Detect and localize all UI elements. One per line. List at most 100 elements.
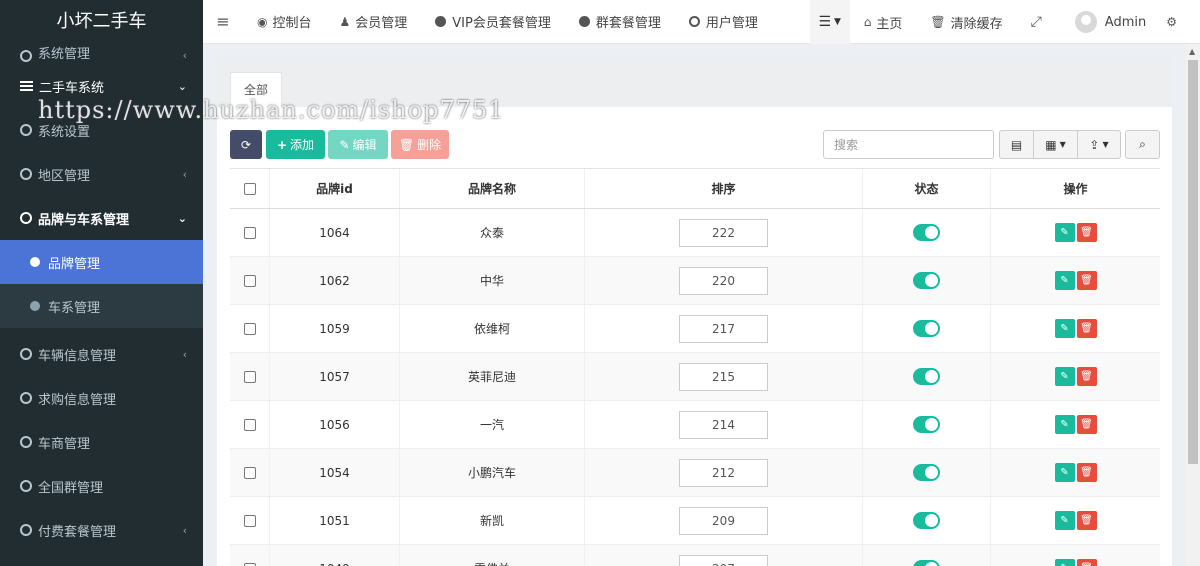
trash-icon: 🗑	[398, 137, 415, 152]
sidebar: 小坏二手车 系统管理 ‹ 二手车系统 ⌄ 系统设置 地区管理 ‹ 品牌与车系管理…	[0, 0, 203, 566]
delete-button[interactable]: 🗑 删除	[391, 130, 449, 159]
list-alt-icon: ▤	[1010, 137, 1023, 152]
header-status[interactable]: 状态	[863, 169, 991, 208]
search-input[interactable]: 搜索	[823, 130, 994, 159]
status-toggle[interactable]	[913, 224, 940, 241]
sort-input[interactable]: 217	[679, 314, 768, 343]
row-edit-button[interactable]: ✎	[1054, 559, 1075, 566]
header-name[interactable]: 品牌名称	[400, 169, 585, 208]
settings-button[interactable]: ⚙	[1160, 0, 1200, 44]
sort-input[interactable]: 215	[679, 362, 768, 391]
row-delete-button[interactable]: 🗑	[1076, 463, 1097, 482]
row-delete-button[interactable]: 🗑	[1076, 223, 1097, 242]
user-name: Admin	[1104, 14, 1147, 30]
brand-id: 1054	[270, 449, 400, 496]
sidebar-item-dealer[interactable]: 车商管理	[0, 420, 203, 464]
brand-id: 1051	[270, 497, 400, 544]
brand-name: 雪佛兰	[400, 545, 585, 566]
fullscreen-button[interactable]: ⤢	[1017, 0, 1061, 44]
nav-users[interactable]: 用户管理	[675, 0, 772, 44]
row-delete-button[interactable]: 🗑	[1076, 559, 1097, 566]
ops-cell: ✎🗑	[991, 497, 1160, 544]
header-id[interactable]: 品牌id	[270, 169, 400, 208]
nav-members[interactable]: ♟ 会员管理	[326, 0, 422, 44]
status-toggle[interactable]	[913, 416, 940, 433]
row-checkbox[interactable]	[243, 514, 256, 527]
app-logo[interactable]: 小坏二手车	[0, 0, 203, 44]
row-delete-button[interactable]: 🗑	[1076, 271, 1097, 290]
edit-button[interactable]: ✎ 编辑	[328, 130, 388, 159]
select-all-checkbox[interactable]	[243, 182, 256, 195]
status-toggle[interactable]	[913, 512, 940, 529]
row-checkbox[interactable]	[243, 562, 256, 566]
sort-input[interactable]: 212	[679, 458, 768, 487]
export-button[interactable]: ⇪ ▼	[1077, 130, 1121, 159]
scroll-thumb[interactable]	[1188, 60, 1198, 464]
menu-toggle-button[interactable]: ☰ ▼	[809, 0, 850, 44]
table-row: 1064 众泰 222 ✎ 🗑	[230, 209, 1160, 257]
row-edit-button[interactable]: ✎	[1054, 511, 1075, 530]
status-toggle[interactable]	[913, 560, 940, 566]
nav-group-plan[interactable]: 群套餐管理	[565, 0, 675, 44]
brand-name: 众泰	[400, 209, 585, 256]
refresh-icon: ⟳	[240, 137, 252, 152]
sidebar-item-brand-series[interactable]: 品牌与车系管理 ⌄	[0, 196, 203, 240]
sidebar-item-purchase[interactable]: 求购信息管理	[0, 376, 203, 420]
circle-icon	[20, 524, 32, 536]
page-scrollbar[interactable]: ▲	[1186, 44, 1200, 566]
sort-input[interactable]: 222	[679, 218, 768, 247]
row-checkbox[interactable]	[243, 466, 256, 479]
status-toggle[interactable]	[913, 464, 940, 481]
sidebar-item-series[interactable]: 车系管理	[0, 284, 203, 328]
row-delete-button[interactable]: 🗑	[1076, 319, 1097, 338]
scroll-up-icon[interactable]: ▲	[1189, 47, 1195, 56]
row-checkbox[interactable]	[243, 274, 256, 287]
sidebar-item-region[interactable]: 地区管理 ‹	[0, 152, 203, 196]
row-edit-button[interactable]: ✎	[1054, 463, 1075, 482]
status-cell	[863, 305, 991, 352]
search-toggle-button[interactable]: ⌕	[1125, 130, 1160, 159]
status-toggle[interactable]	[913, 368, 940, 385]
nav-home[interactable]: ⌂ 主页	[850, 0, 917, 44]
toggle-view-button[interactable]: ▤	[999, 130, 1034, 159]
sort-input[interactable]: 209	[679, 506, 768, 535]
row-delete-button[interactable]: 🗑	[1076, 415, 1097, 434]
row-checkbox[interactable]	[243, 370, 256, 383]
sort-input[interactable]: 214	[679, 410, 768, 439]
sort-input[interactable]: 220	[679, 266, 768, 295]
user-menu[interactable]: Admin	[1061, 0, 1160, 44]
sidebar-item-system[interactable]: 系统管理 ‹	[0, 42, 203, 62]
table-header: 品牌id 品牌名称 排序 状态 操作	[230, 169, 1160, 209]
header-sort[interactable]: 排序	[585, 169, 863, 208]
sidebar-item-group[interactable]: 全国群管理	[0, 464, 203, 508]
dashboard-icon: ◉	[257, 14, 268, 29]
sidebar-item-vehicle[interactable]: 车辆信息管理 ‹	[0, 332, 203, 376]
row-delete-button[interactable]: 🗑	[1076, 367, 1097, 386]
sidebar-item-paid-plan[interactable]: 付费套餐管理 ‹	[0, 508, 203, 552]
row-checkbox[interactable]	[243, 322, 256, 335]
hamburger-icon[interactable]: ≡	[203, 12, 243, 31]
list-icon: ☰	[818, 14, 832, 30]
row-checkbox[interactable]	[243, 418, 256, 431]
brand-name: 新凯	[400, 497, 585, 544]
add-button[interactable]: + 添加	[266, 130, 325, 159]
refresh-button[interactable]: ⟳	[230, 130, 262, 159]
nav-vip-plan[interactable]: VIP会员套餐管理	[421, 0, 565, 44]
columns-button[interactable]: ▦ ▼	[1033, 130, 1078, 159]
status-toggle[interactable]	[913, 320, 940, 337]
sort-input[interactable]: 207	[679, 554, 768, 566]
row-edit-button[interactable]: ✎	[1054, 271, 1075, 290]
sidebar-item-brand[interactable]: 品牌管理	[0, 240, 203, 284]
row-edit-button[interactable]: ✎	[1054, 415, 1075, 434]
nav-clear-cache[interactable]: 🗑 清除缓存	[916, 0, 1016, 44]
row-delete-button[interactable]: 🗑	[1076, 511, 1097, 530]
nav-dashboard[interactable]: ◉ 控制台	[243, 0, 326, 44]
row-checkbox[interactable]	[243, 226, 256, 239]
brand-id: 1062	[270, 257, 400, 304]
brand-name: 英菲尼迪	[400, 353, 585, 400]
row-edit-button[interactable]: ✎	[1054, 319, 1075, 338]
caret-down-icon: ▼	[1102, 140, 1109, 149]
row-edit-button[interactable]: ✎	[1054, 223, 1075, 242]
row-edit-button[interactable]: ✎	[1054, 367, 1075, 386]
status-toggle[interactable]	[913, 272, 940, 289]
